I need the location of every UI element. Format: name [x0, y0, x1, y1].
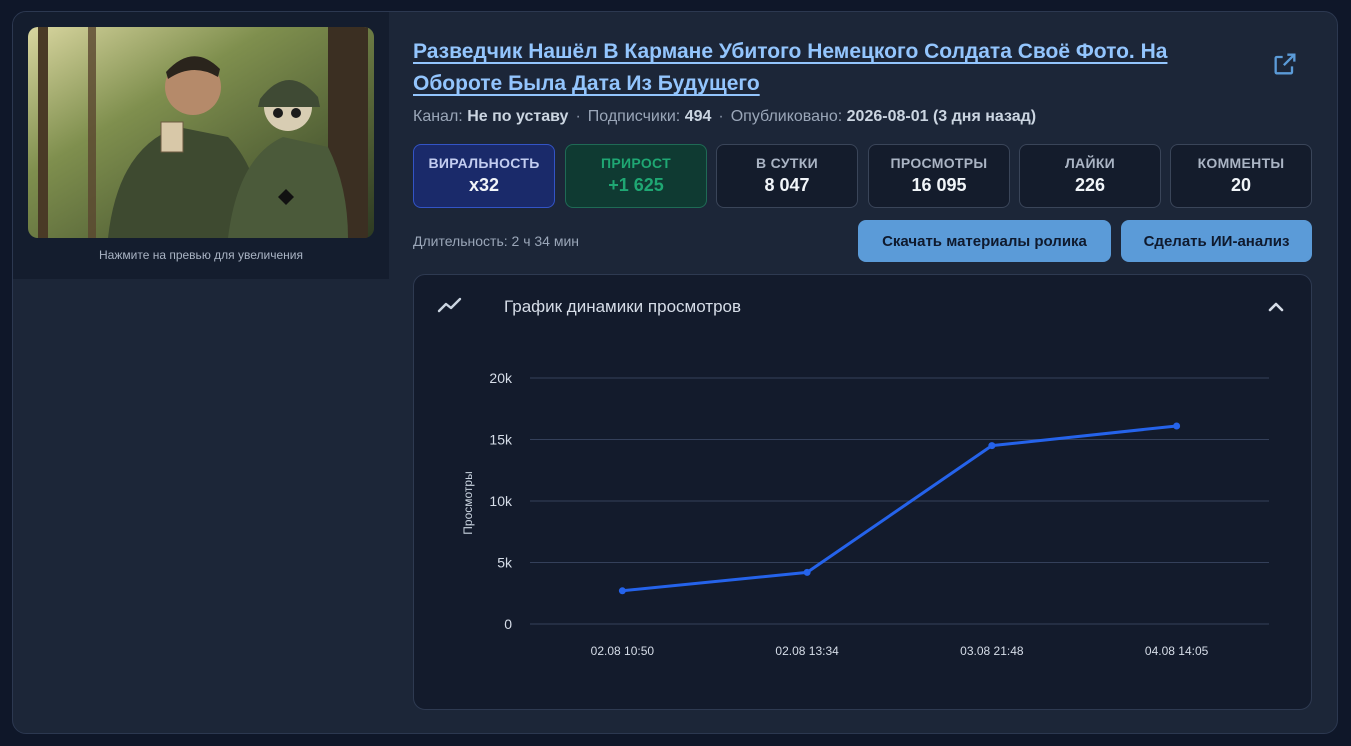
data-point [1173, 422, 1181, 430]
stat-value: +1 625 [608, 175, 664, 195]
video-duration: Длительность: 2 ч 34 мин [413, 233, 580, 249]
data-point [618, 587, 626, 595]
y-tick-label: 10k [489, 493, 513, 509]
download-materials-button[interactable]: Скачать материалы ролика [858, 220, 1111, 262]
stat-likes: ЛАЙКИ 226 [1019, 144, 1161, 208]
stat-value: 16 095 [911, 175, 967, 195]
stat-value: 8 047 [764, 175, 810, 195]
y-axis-label: Просмотры [461, 471, 475, 534]
stat-per-day: В СУТКИ 8 047 [716, 144, 858, 208]
x-tick-label: 03.08 21:48 [960, 644, 1024, 658]
subscribers-count: 494 [684, 108, 712, 125]
stat-label: ЛАЙКИ [1064, 155, 1116, 171]
stat-comments: КОММЕНТЫ 20 [1170, 144, 1312, 208]
data-point [988, 442, 996, 450]
thumbnail-column: Нажмите на превью для увеличения [13, 12, 389, 279]
x-tick-label: 02.08 13:34 [775, 644, 839, 658]
stat-label: ПРОСМОТРЫ [890, 155, 988, 171]
ai-analysis-button[interactable]: Сделать ИИ-анализ [1121, 220, 1312, 262]
channel-label: Канал: [413, 108, 463, 125]
stat-growth: ПРИРОСТ +1 625 [565, 144, 707, 208]
stat-label: КОММЕНТЫ [1197, 155, 1285, 171]
channel-name: Не по уставу [467, 108, 569, 125]
views-line-chart: 0 5k 10k 15k 20k 02.08 10:50 02.08 13:34 03.08… [461, 370, 1269, 658]
x-tick-label: 04.08 14:05 [1145, 644, 1209, 658]
stat-label: В СУТКИ [756, 155, 818, 171]
video-title-link[interactable]: Разведчик Нашёл В Кармане Убитого Немецк… [413, 36, 1253, 100]
stat-label: ПРИРОСТ [601, 155, 671, 171]
video-card: Нажмите на превью для увеличения Разведч… [12, 11, 1338, 734]
stat-label: ВИРАЛЬНОСТЬ [428, 155, 540, 171]
data-point [803, 568, 811, 576]
y-tick-label: 15k [489, 432, 513, 448]
external-link-icon[interactable] [1271, 50, 1299, 78]
thumbnail-hint: Нажмите на превью для увеличения [99, 248, 303, 262]
y-tick-label: 20k [489, 370, 513, 386]
stat-value: x32 [468, 175, 500, 195]
stat-value: 20 [1230, 175, 1252, 195]
published-date: 2026-08-01 (3 дня назад) [846, 108, 1037, 125]
published-label: Опубликовано: [730, 108, 843, 125]
series-line [622, 424, 1177, 593]
stat-views: ПРОСМОТРЫ 16 095 [868, 144, 1010, 208]
y-tick-label: 5k [497, 555, 513, 571]
stat-value: 226 [1074, 175, 1106, 195]
subscribers-label: Подписчики: [587, 108, 681, 125]
x-tick-label: 02.08 10:50 [591, 644, 655, 658]
views-chart-panel: График динамики просмотров 0 5k 10k 15k 20k … [413, 274, 1312, 710]
stat-virality: ВИРАЛЬНОСТЬ x32 [413, 144, 555, 208]
y-tick-label: 0 [504, 616, 512, 632]
video-meta: Канал: Не по уставу · Подписчики: 494 · Опуб… [413, 108, 1037, 125]
video-thumbnail[interactable] [28, 27, 374, 238]
